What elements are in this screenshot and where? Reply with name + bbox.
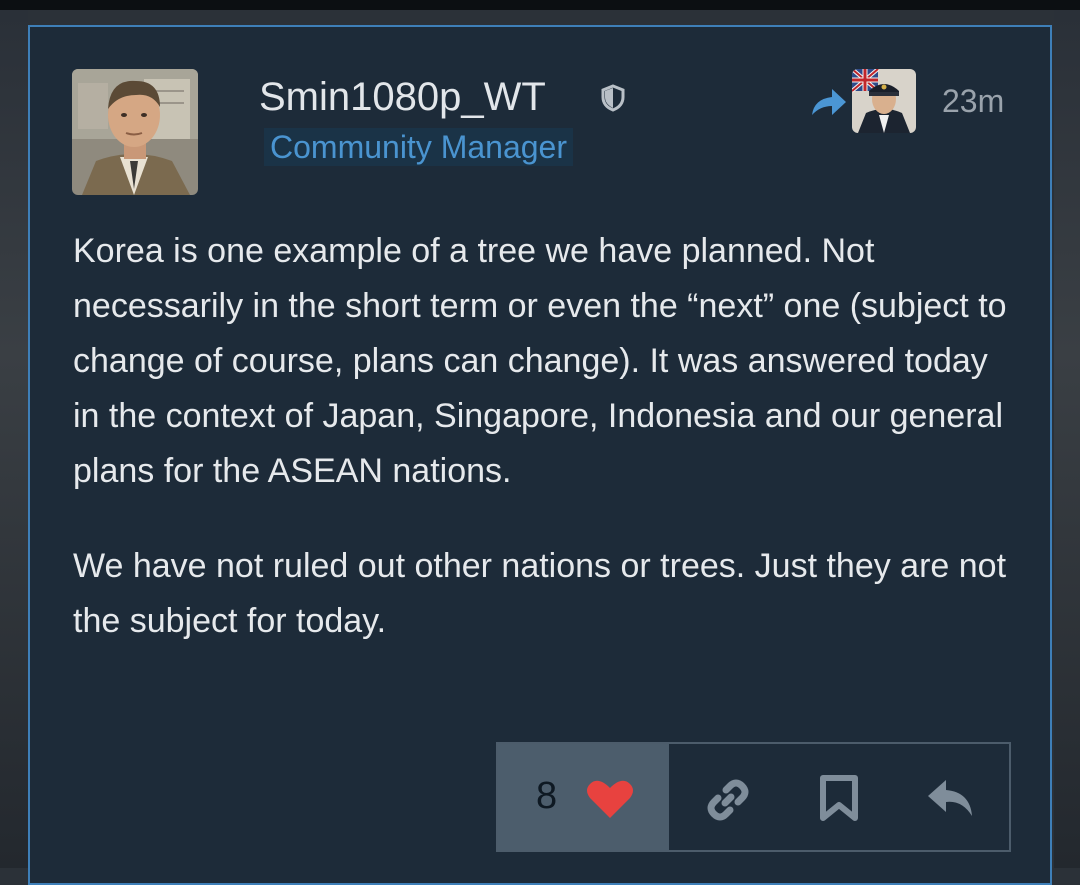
- user-role-badge[interactable]: Community Manager: [264, 128, 573, 166]
- reply-arrow-icon: [812, 89, 846, 115]
- background-left: [0, 10, 28, 868]
- link-icon[interactable]: [704, 776, 752, 824]
- like-count: 8: [536, 775, 558, 817]
- user-avatar[interactable]: [72, 69, 198, 195]
- post-timestamp[interactable]: 23m: [942, 83, 1004, 120]
- post-card: Smin1080p_WT Community Manager 23m Korea…: [28, 25, 1052, 885]
- post-paragraph: Korea is one example of a tree we have p…: [73, 232, 1007, 490]
- reply-icon[interactable]: [926, 776, 976, 822]
- bookmark-icon[interactable]: [818, 774, 860, 822]
- username[interactable]: Smin1080p_WT: [259, 75, 546, 120]
- reply-to-avatar[interactable]: [852, 69, 916, 133]
- heart-icon: [587, 780, 633, 818]
- post-paragraph: We have not ruled out other nations or t…: [73, 547, 1007, 640]
- post-body: Korea is one example of a tree we have p…: [73, 224, 1023, 689]
- top-bar: [0, 0, 1080, 10]
- post-actions: 8: [496, 742, 1011, 852]
- shield-icon: [601, 84, 625, 112]
- like-button[interactable]: 8: [498, 744, 669, 850]
- background-right: [1054, 10, 1080, 868]
